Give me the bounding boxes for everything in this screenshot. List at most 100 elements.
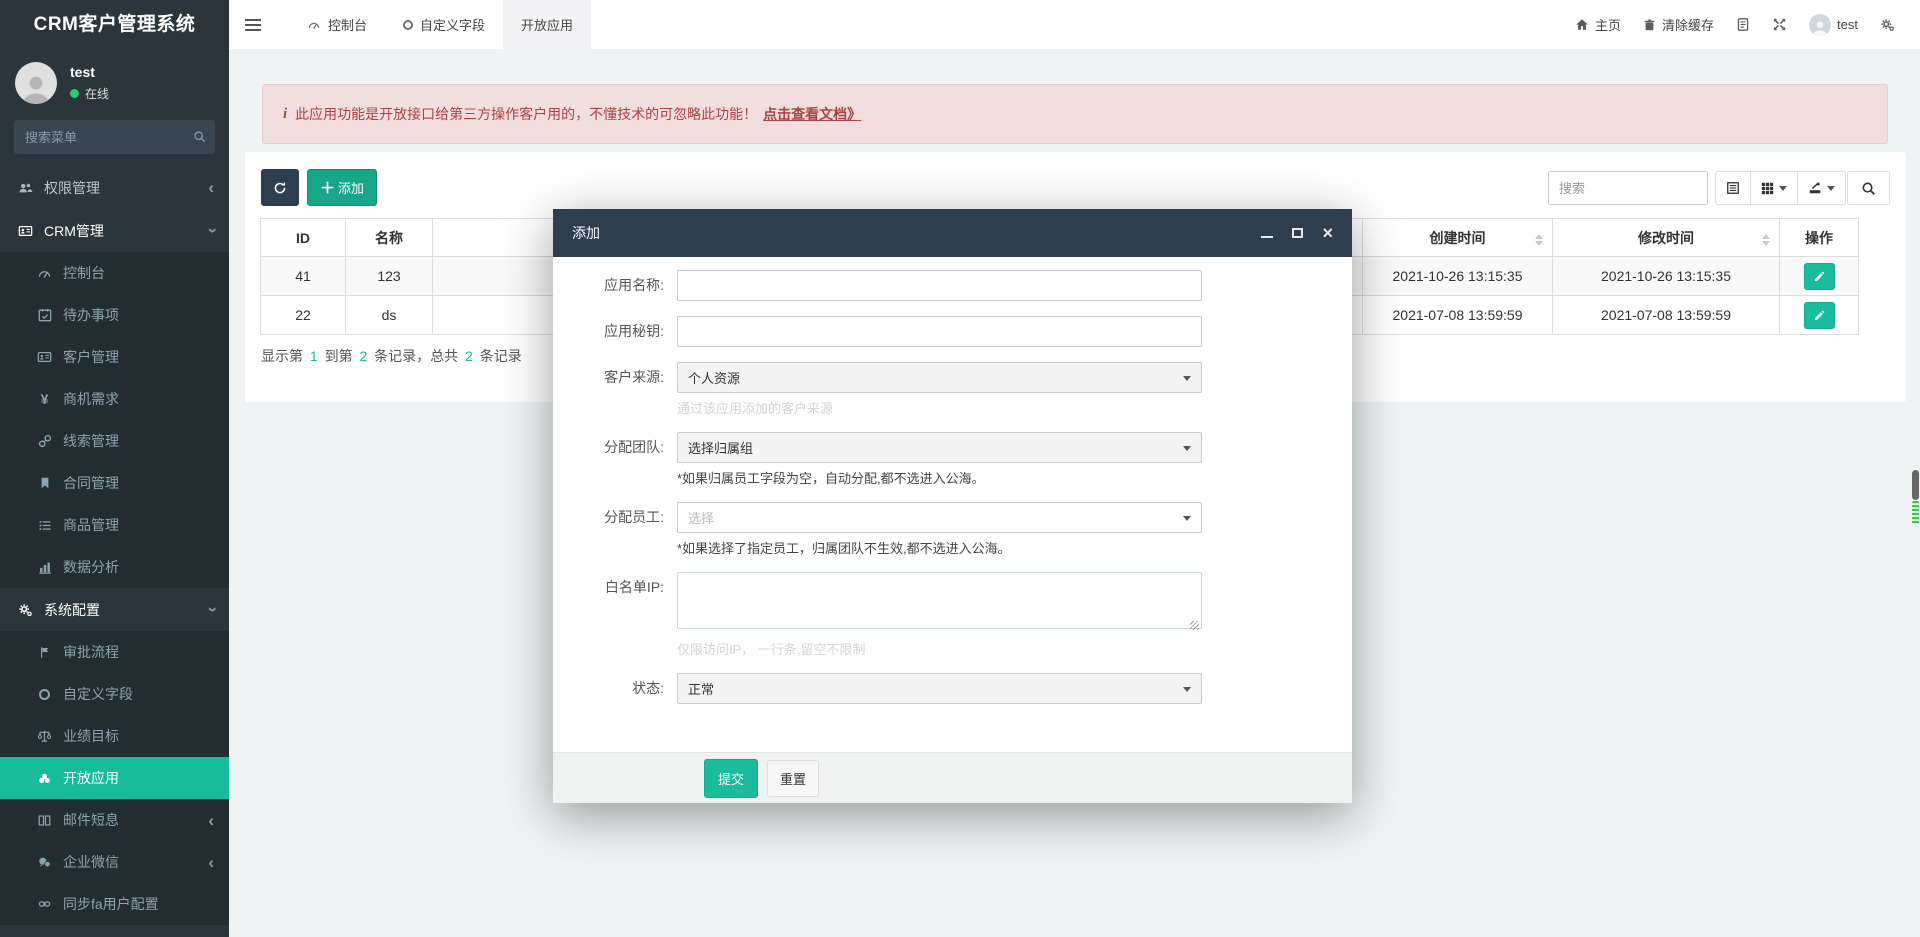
refresh-button[interactable] — [261, 169, 299, 206]
sort-icon[interactable] — [1535, 230, 1543, 250]
sidebar-item-label: CRM管理 — [44, 221, 104, 241]
sidebar-item-label: 邮件短息 — [63, 810, 119, 830]
sidebar-item-label: 同步fa用户配置 — [63, 894, 159, 914]
column-header-id[interactable]: ID — [261, 219, 346, 257]
scale-icon — [34, 729, 55, 743]
grid-icon — [1761, 182, 1774, 195]
dialog-body: 应用名称: 应用秘钥: 客户来源: 个人资源 通过该应用添加的客户来源 分配团队… — [553, 257, 1352, 704]
cell-created: 2021-07-08 13:59:59 — [1363, 296, 1553, 335]
customer-source-select[interactable]: 个人资源 — [677, 362, 1202, 393]
caret-down-icon — [1779, 186, 1787, 195]
column-header-updated[interactable]: 修改时间 — [1553, 219, 1780, 257]
cell-updated: 2021-07-08 13:59:59 — [1553, 296, 1780, 335]
tab-custom-fields[interactable]: 自定义字段 — [385, 0, 503, 49]
sidebar-item-mail-sms[interactable]: 邮件短息 ‹ — [0, 799, 229, 841]
select-value: 选择归属组 — [688, 438, 753, 457]
sidebar-item-analytics[interactable]: 数据分析 — [0, 546, 229, 588]
dialog-titlebar[interactable]: 添加 × — [553, 209, 1352, 257]
submit-button[interactable]: 提交 — [704, 759, 758, 798]
tab-open-app[interactable]: 开放应用 — [503, 0, 591, 49]
status-select[interactable]: 正常 — [677, 673, 1202, 704]
sidebar-item-opportunity[interactable]: ¥ 商机需求 — [0, 378, 229, 420]
chevron-left-icon: ‹ — [208, 854, 214, 871]
add-button-label: 添加 — [338, 178, 364, 197]
link-icon — [34, 434, 55, 448]
sidebar-item-sync-fa[interactable]: 同步fa用户配置 — [0, 883, 229, 925]
username-label: test — [1837, 17, 1858, 32]
sidebar-search-input[interactable] — [14, 120, 215, 154]
app-name-input[interactable] — [677, 270, 1202, 301]
resize-handle[interactable] — [1190, 621, 1199, 630]
column-header-actions: 操作 — [1780, 219, 1859, 257]
export-icon — [1808, 181, 1822, 195]
sidebar-toggle-button[interactable] — [229, 0, 277, 49]
app-secret-input[interactable] — [677, 316, 1202, 347]
sidebar-item-approval[interactable]: 审批流程 — [0, 631, 229, 673]
select-value: 个人资源 — [688, 368, 740, 387]
field-hint: *如果选择了指定员工，归属团队不生效,都不选进入公海。 — [677, 538, 1202, 557]
search-toggle-button[interactable] — [1847, 171, 1890, 205]
sidebar-item-customers[interactable]: 客户管理 — [0, 336, 229, 378]
home-link[interactable]: 主页 — [1564, 0, 1632, 49]
fullscreen-icon — [1772, 17, 1787, 32]
assign-staff-select[interactable]: 选择 — [677, 502, 1202, 533]
sidebar-item-wechat[interactable]: 企业微信 ‹ — [0, 841, 229, 883]
close-button[interactable]: × — [1322, 224, 1333, 242]
column-header-name[interactable]: 名称 — [346, 219, 433, 257]
whitelist-ip-textarea[interactable] — [677, 572, 1202, 629]
field-label-assign-team: 分配团队: — [553, 432, 677, 487]
sidebar-item-console[interactable]: 控制台 — [0, 252, 229, 294]
sidebar-item-system[interactable]: 系统配置 ‹ — [0, 588, 229, 631]
maximize-button[interactable] — [1292, 228, 1303, 238]
docs-button[interactable] — [1725, 0, 1761, 49]
dashboard-icon — [34, 267, 55, 280]
assign-team-select[interactable]: 选择归属组 — [677, 432, 1202, 463]
sidebar-item-custom-fields[interactable]: 自定义字段 — [0, 673, 229, 715]
cell-updated: 2021-10-26 13:15:35 — [1553, 257, 1780, 296]
pencil-icon — [1814, 271, 1825, 282]
reset-button[interactable]: 重置 — [767, 760, 819, 797]
sidebar-item-crm[interactable]: CRM管理 ‹ — [0, 209, 229, 252]
user-status: 在线 — [70, 85, 109, 102]
sidebar-item-contracts[interactable]: 合同管理 — [0, 462, 229, 504]
view-docs-link[interactable]: 点击查看文档》 — [763, 104, 861, 124]
export-button[interactable] — [1798, 171, 1846, 205]
minimize-button[interactable] — [1261, 228, 1273, 238]
column-header-created[interactable]: 创建时间 — [1363, 219, 1553, 257]
cell-created: 2021-10-26 13:15:35 — [1363, 257, 1553, 296]
settings-button[interactable] — [1869, 0, 1906, 49]
table-search-input[interactable] — [1548, 171, 1708, 205]
sidebar-item-label: 自定义字段 — [63, 684, 133, 704]
chevron-left-icon: ‹ — [208, 179, 214, 196]
sidebar-item-label: 商机需求 — [63, 389, 119, 409]
sidebar-item-todo[interactable]: 待办事项 — [0, 294, 229, 336]
sidebar-item-products[interactable]: 商品管理 — [0, 504, 229, 546]
trash-icon — [1643, 18, 1656, 32]
sidebar-item-leads[interactable]: 线索管理 — [0, 420, 229, 462]
clear-cache-button[interactable]: 清除缓存 — [1632, 0, 1725, 49]
open-app-icon — [34, 772, 55, 785]
user-menu[interactable]: test — [1798, 0, 1869, 49]
tab-console[interactable]: 控制台 — [289, 0, 385, 49]
search-icon[interactable] — [193, 130, 206, 143]
sidebar-item-permission[interactable]: 权限管理 ‹ — [0, 166, 229, 209]
add-button[interactable]: ＋ 添加 — [307, 169, 377, 206]
columns-button[interactable] — [1751, 171, 1798, 205]
sidebar-item-label: 开放应用 — [63, 768, 119, 788]
sort-icon[interactable] — [1762, 230, 1770, 250]
scrollbar-thumb[interactable] — [1912, 470, 1919, 500]
edit-button[interactable] — [1804, 263, 1835, 290]
fullscreen-button[interactable] — [1761, 0, 1798, 49]
bookmark-icon — [34, 476, 55, 490]
toggle-view-button[interactable] — [1715, 171, 1751, 205]
wechat-icon — [34, 856, 55, 869]
scrollbar-indicator[interactable] — [1912, 501, 1919, 525]
sidebar-item-targets[interactable]: 业绩目标 — [0, 715, 229, 757]
sidebar-item-label: 审批流程 — [63, 642, 119, 662]
sidebar-item-open-app[interactable]: 开放应用 — [0, 757, 229, 799]
circle-icon — [403, 20, 413, 30]
user-panel: test 在线 — [0, 49, 229, 114]
sidebar-item-label: 企业微信 — [63, 852, 119, 872]
edit-button[interactable] — [1804, 302, 1835, 329]
field-label-assign-staff: 分配员工: — [553, 502, 677, 557]
